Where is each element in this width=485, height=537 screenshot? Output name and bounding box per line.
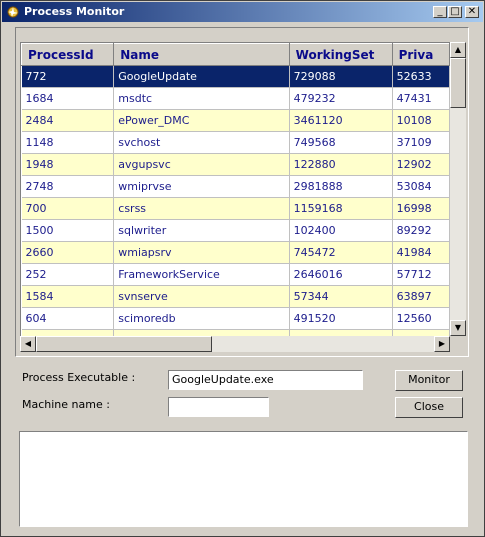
cell-name[interactable]: FrameworkService	[113, 263, 290, 286]
process-executable-input[interactable]: GoogleUpdate.exe	[168, 370, 363, 390]
table-row[interactable]: 1948 avgupsvc 122880 12902	[21, 153, 450, 176]
scroll-left-button[interactable]: ◀	[20, 336, 36, 352]
table-row[interactable]: 604 scimoredb 491520 12560	[21, 307, 450, 330]
column-header-name[interactable]: Name	[113, 43, 290, 66]
cell-processid[interactable]: 1684	[21, 87, 115, 110]
cell-private[interactable]: 53084	[392, 175, 450, 198]
cell-name[interactable]: svnserve	[113, 285, 290, 308]
cell-name[interactable]: scimoredb	[113, 307, 290, 330]
cell-workingset[interactable]: 479232	[289, 87, 393, 110]
cell-processid[interactable]: 1584	[21, 285, 115, 308]
cell-processid[interactable]: 1948	[21, 153, 115, 176]
cell-name[interactable]: svchost	[113, 131, 290, 154]
grid-header-row: ProcessId Name WorkingSet Priva	[21, 43, 450, 66]
cell-private[interactable]: 12560	[392, 307, 450, 330]
cell-processid[interactable]: 772	[21, 65, 115, 88]
table-row[interactable]: 1500 sqlwriter 102400 89292	[21, 219, 450, 242]
cell-private[interactable]: 37109	[392, 131, 450, 154]
cell-private[interactable]: 52633	[392, 65, 450, 88]
table-row[interactable]: 1148 svchost 749568 37109	[21, 131, 450, 154]
cell-name[interactable]: avgupsvc	[113, 153, 290, 176]
machine-name-label: Machine name :	[22, 398, 110, 411]
cell-private[interactable]: 12902	[392, 153, 450, 176]
process-monitor-window: Process Monitor _ □ ✕ ProcessId Name Wor…	[0, 0, 485, 537]
process-executable-label: Process Executable :	[22, 371, 136, 384]
cell-workingset[interactable]: 2981888	[289, 175, 393, 198]
scroll-right-button[interactable]: ▶	[434, 336, 450, 352]
cell-workingset[interactable]: 745472	[289, 241, 393, 264]
cell-name[interactable]: wmiprvse	[113, 175, 290, 198]
column-header-private[interactable]: Priva	[391, 43, 450, 66]
cell-processid[interactable]: 2484	[21, 109, 115, 132]
cell-name[interactable]: csrss	[113, 197, 290, 220]
output-textbox[interactable]	[19, 431, 468, 527]
cell-private[interactable]: 16998	[392, 197, 450, 220]
cell-private[interactable]: 89292	[392, 219, 450, 242]
cell-processid[interactable]: 252	[21, 263, 115, 286]
cell-processid[interactable]: 700	[21, 197, 115, 220]
scroll-up-button[interactable]: ▲	[450, 42, 466, 58]
title-bar[interactable]: Process Monitor _ □ ✕	[2, 2, 483, 22]
cell-workingset[interactable]: 57344	[289, 285, 393, 308]
cell-name[interactable]: ePower_DMC	[113, 109, 290, 132]
cell-workingset[interactable]: 749568	[289, 131, 393, 154]
cell-private[interactable]: 41984	[392, 241, 450, 264]
table-row[interactable]: 2748 wmiprvse 2981888 53084	[21, 175, 450, 198]
column-header-processid[interactable]: ProcessId	[21, 43, 115, 66]
cell-processid[interactable]: 604	[21, 307, 115, 330]
scroll-down-button[interactable]: ▼	[450, 320, 466, 336]
table-row[interactable]: 1584 svnserve 57344 63897	[21, 285, 450, 308]
table-row[interactable]: 252 FrameworkService 2646016 57712	[21, 263, 450, 286]
cell-private[interactable]: 47431	[392, 87, 450, 110]
cell-processid[interactable]: 2660	[21, 241, 115, 264]
machine-name-input[interactable]	[168, 397, 269, 417]
close-button[interactable]: Close	[395, 397, 463, 418]
cell-private[interactable]: 10108	[392, 109, 450, 132]
cell-processid[interactable]: 2748	[21, 175, 115, 198]
maximize-button[interactable]: □	[448, 6, 462, 18]
cell-private[interactable]: 57712	[392, 263, 450, 286]
cell-workingset[interactable]: 102400	[289, 219, 393, 242]
table-row[interactable]: 772 GoogleUpdate 729088 52633	[21, 65, 450, 88]
window-title: Process Monitor	[24, 5, 125, 18]
cell-workingset[interactable]: 122880	[289, 153, 393, 176]
cell-workingset[interactable]: 729088	[289, 65, 393, 88]
vertical-scroll-thumb[interactable]	[450, 58, 466, 108]
column-header-workingset[interactable]: WorkingSet	[288, 43, 393, 66]
cell-name[interactable]: sqlwriter	[113, 219, 290, 242]
table-row[interactable]: 700 csrss 1159168 16998	[21, 197, 450, 220]
cell-name[interactable]: wmiapsrv	[113, 241, 290, 264]
cell-name[interactable]: GoogleUpdate	[113, 65, 290, 88]
cell-workingset[interactable]: 3461120	[289, 109, 393, 132]
cell-workingset[interactable]: 1159168	[289, 197, 393, 220]
table-row[interactable]: 2660 wmiapsrv 745472 41984	[21, 241, 450, 264]
app-icon	[7, 6, 19, 18]
table-row[interactable]: 2484 ePower_DMC 3461120 10108	[21, 109, 450, 132]
cell-workingset[interactable]: 491520	[289, 307, 393, 330]
table-row[interactable]: 1684 msdtc 479232 47431	[21, 87, 450, 110]
cell-private[interactable]: 63897	[392, 285, 450, 308]
horizontal-scrollbar[interactable]: ◀ ▶	[20, 336, 450, 352]
process-grid[interactable]: ProcessId Name WorkingSet Priva 772 Googl…	[20, 42, 450, 336]
minimize-button[interactable]: _	[433, 6, 447, 18]
cell-processid[interactable]: 1500	[21, 219, 115, 242]
cell-name[interactable]: msdtc	[113, 87, 290, 110]
monitor-button[interactable]: Monitor	[395, 370, 463, 391]
horizontal-scroll-thumb[interactable]	[36, 336, 212, 352]
close-window-button[interactable]: ✕	[465, 6, 479, 18]
vertical-scrollbar[interactable]: ▲ ▼	[450, 42, 466, 336]
cell-processid[interactable]: 1148	[21, 131, 115, 154]
cell-workingset[interactable]: 2646016	[289, 263, 393, 286]
